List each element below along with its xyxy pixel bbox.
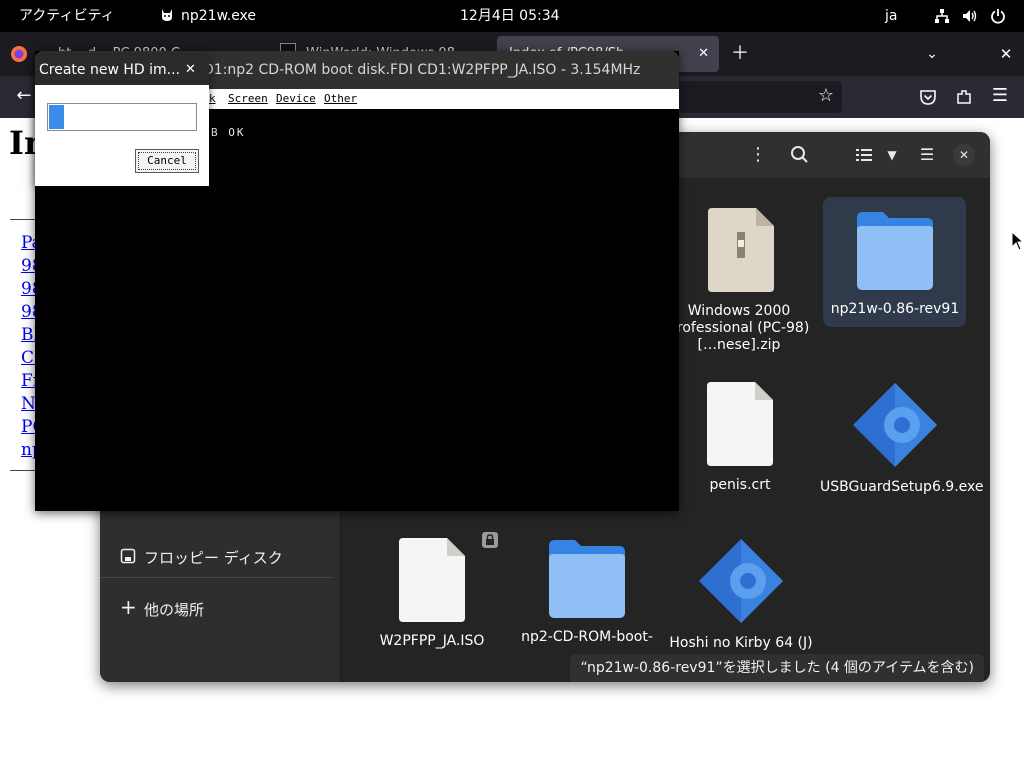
close-window-icon[interactable]: ✕: [992, 40, 1020, 68]
lock-emblem-icon: [482, 532, 498, 548]
dialog-title: Create new HD im...: [39, 62, 180, 78]
progress-fill: [49, 105, 64, 129]
neko-app-icon: [162, 9, 172, 21]
menu-item-other[interactable]: Other: [324, 92, 357, 105]
dialog-title-bar[interactable]: Create new HD im... ✕: [35, 55, 209, 85]
menu-item-device[interactable]: Device: [276, 92, 316, 105]
top-bar: アクティビティ np21w.exe 12月4日 05:34 ja: [0, 0, 1024, 32]
sidebar-item-label: フロッピー ディスク: [144, 549, 283, 567]
menu-item-disk[interactable]: k: [209, 92, 216, 105]
menu-item-screen[interactable]: Screen: [228, 92, 268, 105]
file-item-hoshi-kirby[interactable]: Hoshi no Kirby 64 (J): [666, 538, 816, 652]
exe-gear-icon: [699, 539, 783, 623]
view-options-chevron-icon[interactable]: ▼: [878, 141, 906, 169]
clock[interactable]: 12月4日 05:34: [460, 0, 560, 32]
file-label: penis.crt: [709, 477, 771, 493]
cancel-button[interactable]: Cancel: [135, 149, 199, 173]
tab-list-chevron-icon[interactable]: ⌄: [918, 40, 946, 68]
cancel-label: Cancel: [147, 154, 187, 167]
list-view-icon[interactable]: [850, 141, 878, 169]
sidebar-item-other-locations[interactable]: + 他の場所: [100, 589, 340, 629]
app-name: np21w.exe: [181, 8, 257, 24]
file-item-w2pfpp-iso[interactable]: W2PFPP_JA.ISO: [357, 538, 507, 650]
firefox-logo-icon: [11, 46, 27, 62]
search-icon[interactable]: [786, 141, 814, 169]
file-item-usbguard-exe[interactable]: USBGuardSetup6.9.exe: [820, 382, 984, 496]
create-hd-dialog: Create new HD im... ✕ Cancel: [35, 55, 209, 186]
input-method-indicator[interactable]: ja: [885, 0, 897, 32]
path-bar-overflow: [678, 132, 718, 178]
close-icon[interactable]: ✕: [953, 144, 975, 166]
back-arrow-icon[interactable]: ←: [10, 82, 38, 110]
folder-icon: [549, 540, 625, 618]
url-bar[interactable]: ☆: [679, 81, 842, 113]
text-file-icon: [399, 538, 465, 622]
file-item-np21w-folder[interactable]: np21w-0.86-rev91: [820, 212, 970, 318]
hamburger-menu-icon[interactable]: ☰: [986, 82, 1014, 110]
file-item-np2-cdrom-folder[interactable]: np2-CD-ROM-boot-: [512, 540, 662, 646]
plus-icon: +: [120, 595, 137, 619]
pocket-icon[interactable]: [919, 88, 937, 106]
power-icon[interactable]: [990, 8, 1006, 24]
new-tab-button[interactable]: ＋: [726, 40, 754, 68]
file-label: np2-CD-ROM-boot-: [521, 629, 653, 645]
progress-bar: [47, 103, 197, 131]
network-icon[interactable]: [934, 8, 950, 24]
floppy-disk-icon: [120, 548, 136, 564]
mouse-cursor-icon: [1011, 231, 1024, 251]
volume-icon[interactable]: [962, 8, 978, 24]
sidebar-item-label: 他の場所: [144, 601, 205, 619]
file-label: np21w-0.86-rev91: [830, 301, 960, 317]
exe-gear-icon: [853, 383, 937, 467]
file-label: Hoshi no Kirby 64 (J): [669, 635, 813, 651]
close-icon[interactable]: ✕: [185, 55, 196, 85]
main-menu-icon[interactable]: ☰: [913, 141, 941, 169]
extensions-icon[interactable]: [955, 88, 973, 106]
np2-window-title: D1:np2 CD-ROM boot disk.FDI CD1:W2PFPP_J…: [203, 62, 641, 78]
bookmark-star-icon[interactable]: ☆: [818, 85, 834, 106]
file-item-win2000-zip[interactable]: Windows 2000 Professional (PC-98) […nese…: [666, 208, 816, 354]
more-options-vertical-icon[interactable]: ⋮: [744, 141, 772, 169]
file-label: Windows 2000 Professional (PC-98) […nese…: [668, 303, 810, 353]
zip-archive-icon: [708, 208, 774, 292]
activities-button[interactable]: アクティビティ: [19, 0, 115, 32]
text-file-icon: [707, 382, 773, 466]
file-label: W2PFPP_JA.ISO: [379, 633, 485, 649]
folder-icon: [857, 212, 933, 290]
app-menu[interactable]: np21w.exe: [159, 0, 256, 32]
selection-status-bar: “np21w-0.86-rev91”を選択しました (4 個のアイテムを含む): [570, 654, 984, 682]
screen-text: B OK: [211, 126, 246, 139]
tab-close-icon[interactable]: ✕: [698, 36, 709, 72]
file-label: USBGuardSetup6.9.exe: [820, 479, 984, 495]
sidebar-item-floppy[interactable]: フロッピー ディスク: [100, 537, 334, 578]
file-item-penis-crt[interactable]: penis.crt: [665, 382, 815, 494]
